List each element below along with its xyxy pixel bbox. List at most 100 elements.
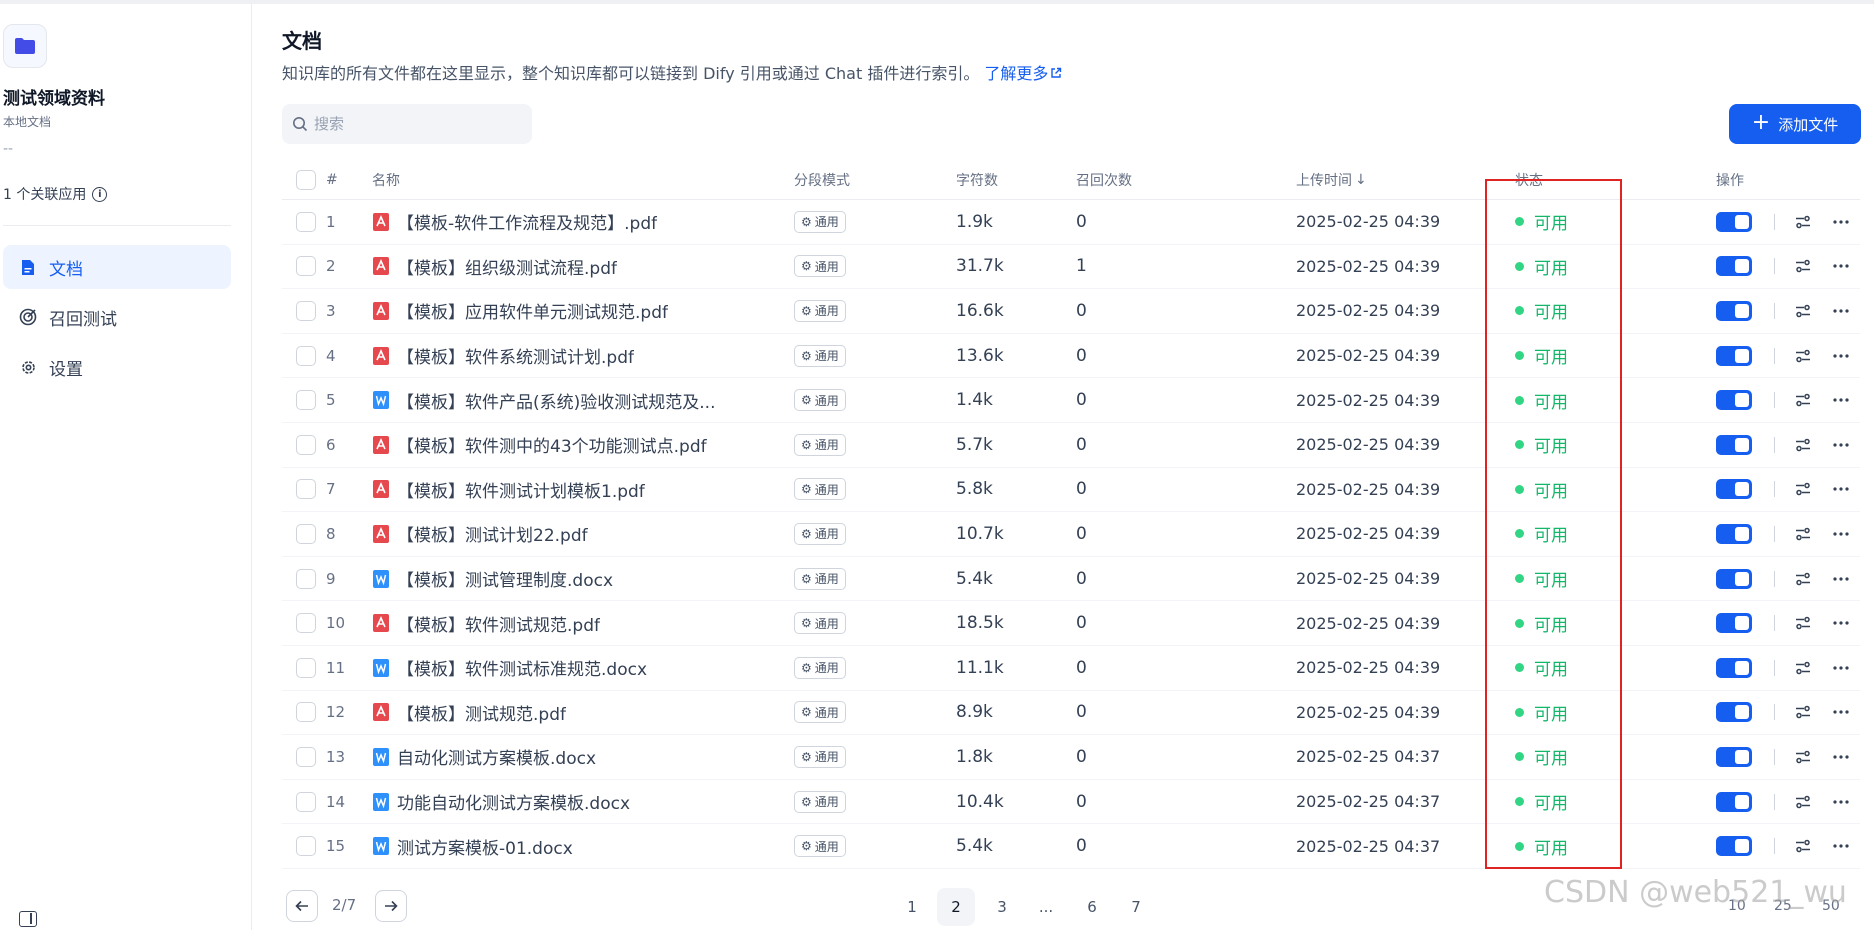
settings-sliders-icon[interactable] (1791, 254, 1815, 278)
info-icon[interactable]: i (92, 186, 108, 202)
enable-toggle[interactable] (1716, 345, 1752, 366)
settings-sliders-icon[interactable] (1791, 344, 1815, 368)
page-number[interactable]: 3 (983, 888, 1021, 926)
file-name-cell[interactable]: 【模板】软件系统测试计划.pdf (372, 334, 752, 378)
enable-toggle[interactable] (1716, 479, 1752, 500)
file-name-cell[interactable]: 【模板】软件测试计划模板1.pdf (372, 468, 752, 512)
enable-toggle[interactable] (1716, 256, 1752, 277)
enable-toggle[interactable] (1716, 702, 1752, 723)
row-checkbox[interactable] (296, 345, 316, 366)
per-page-25[interactable]: 25 (1774, 898, 1792, 914)
row-checkbox[interactable] (296, 568, 316, 589)
sidebar-item-settings[interactable]: 设置 (3, 345, 231, 389)
per-page-10[interactable]: 10 (1728, 898, 1746, 914)
more-icon[interactable] (1829, 656, 1853, 680)
table-row[interactable]: 8 【模板】测试计划22.pdf ⚙ 通用 10.7k 0 2025-02-25 04:39… (282, 512, 1860, 557)
row-checkbox[interactable] (296, 523, 316, 544)
more-icon[interactable] (1829, 477, 1853, 501)
table-row[interactable]: 13 自动化测试方案模板.docx ⚙ 通用 1.8k 0 2025-02-25 04:37… (282, 735, 1860, 780)
enable-toggle[interactable] (1716, 523, 1752, 544)
learn-more-link[interactable]: 了解更多 (984, 64, 1062, 83)
table-row[interactable]: 15 测试方案模板-01.docx ⚙ 通用 5.4k 0 2025-02-25 04:37… (282, 824, 1860, 869)
settings-sliders-icon[interactable] (1791, 611, 1815, 635)
table-row[interactable]: 9 【模板】测试管理制度.docx ⚙ 通用 5.4k 0 2025-02-25 04:39… (282, 557, 1860, 602)
settings-sliders-icon[interactable] (1791, 522, 1815, 546)
row-checkbox[interactable] (296, 836, 316, 857)
more-icon[interactable] (1829, 790, 1853, 814)
col-upload-time[interactable]: 上传时间 ↓ (1296, 160, 1367, 199)
more-icon[interactable] (1829, 567, 1853, 591)
select-all-checkbox[interactable] (296, 169, 316, 190)
row-checkbox[interactable] (296, 613, 316, 634)
settings-sliders-icon[interactable] (1791, 433, 1815, 457)
linked-apps[interactable]: 1 个关联应用 i (3, 184, 108, 204)
settings-sliders-icon[interactable] (1791, 210, 1815, 234)
page-number[interactable]: 7 (1117, 888, 1155, 926)
table-row[interactable]: 1 【模板-软件工作流程及规范】.pdf ⚙ 通用 1.9k 0 2025-02-25 04… (282, 200, 1860, 245)
settings-sliders-icon[interactable] (1791, 834, 1815, 858)
more-icon[interactable] (1829, 834, 1853, 858)
file-name-cell[interactable]: 【模板】软件测试规范.pdf (372, 601, 752, 645)
settings-sliders-icon[interactable] (1791, 388, 1815, 412)
enable-toggle[interactable] (1716, 434, 1752, 455)
table-row[interactable]: 10 【模板】软件测试规范.pdf ⚙ 通用 18.5k 0 2025-02-25 04:3… (282, 601, 1860, 646)
more-icon[interactable] (1829, 388, 1853, 412)
per-page-50[interactable]: 50 (1822, 898, 1840, 914)
more-icon[interactable] (1829, 254, 1853, 278)
row-checkbox[interactable] (296, 434, 316, 455)
table-row[interactable]: 14 功能自动化测试方案模板.docx ⚙ 通用 10.4k 0 2025-02-25 04… (282, 780, 1860, 825)
file-name-cell[interactable]: 功能自动化测试方案模板.docx (372, 780, 752, 824)
table-row[interactable]: 7 【模板】软件测试计划模板1.pdf ⚙ 通用 5.8k 0 2025-02-25 04:… (282, 468, 1860, 513)
row-checkbox[interactable] (296, 657, 316, 678)
add-file-button[interactable]: + 添加文件 (1729, 104, 1861, 144)
sidebar-item-retrieval-test[interactable]: 召回测试 (3, 295, 231, 339)
row-checkbox[interactable] (296, 300, 316, 321)
file-name-cell[interactable]: 自动化测试方案模板.docx (372, 735, 752, 779)
settings-sliders-icon[interactable] (1791, 745, 1815, 769)
table-row[interactable]: 2 【模板】组织级测试流程.pdf ⚙ 通用 31.7k 1 2025-02-25 04:3… (282, 245, 1860, 290)
enable-toggle[interactable] (1716, 746, 1752, 767)
sort-arrow-icon[interactable]: ↓ (1355, 172, 1367, 188)
row-checkbox[interactable] (296, 211, 316, 232)
file-name-cell[interactable]: 【模板】组织级测试流程.pdf (372, 245, 752, 289)
settings-sliders-icon[interactable] (1791, 299, 1815, 323)
file-name-cell[interactable]: 【模板】软件测中的43个功能测试点.pdf (372, 423, 752, 467)
enable-toggle[interactable] (1716, 836, 1752, 857)
table-row[interactable]: 6 【模板】软件测中的43个功能测试点.pdf ⚙ 通用 5.7k 0 2025-02-25… (282, 423, 1860, 468)
row-checkbox[interactable] (296, 702, 316, 723)
settings-sliders-icon[interactable] (1791, 700, 1815, 724)
row-checkbox[interactable] (296, 390, 316, 411)
enable-toggle[interactable] (1716, 211, 1752, 232)
enable-toggle[interactable] (1716, 390, 1752, 411)
table-row[interactable]: 5 【模板】软件产品(系统)验收测试规范及... ⚙ 通用 1.4k 0 2025-02-2… (282, 378, 1860, 423)
page-number[interactable]: 1 (893, 888, 931, 926)
enable-toggle[interactable] (1716, 791, 1752, 812)
enable-toggle[interactable] (1716, 568, 1752, 589)
file-name-cell[interactable]: 【模板】软件测试标准规范.docx (372, 646, 752, 690)
row-checkbox[interactable] (296, 256, 316, 277)
more-icon[interactable] (1829, 611, 1853, 635)
table-row[interactable]: 3 【模板】应用软件单元测试规范.pdf ⚙ 通用 16.6k 0 2025-02-25 0… (282, 289, 1860, 334)
more-icon[interactable] (1829, 700, 1853, 724)
table-row[interactable]: 11 【模板】软件测试标准规范.docx ⚙ 通用 11.1k 0 2025-02-25 0… (282, 646, 1860, 691)
more-icon[interactable] (1829, 210, 1853, 234)
table-row[interactable]: 12 【模板】测试规范.pdf ⚙ 通用 8.9k 0 2025-02-25 04:39 可用 (282, 691, 1860, 736)
file-name-cell[interactable]: 【模板】测试计划22.pdf (372, 512, 752, 556)
settings-sliders-icon[interactable] (1791, 790, 1815, 814)
more-icon[interactable] (1829, 344, 1853, 368)
search-input[interactable] (314, 115, 514, 133)
file-name-cell[interactable]: 【模板】测试规范.pdf (372, 691, 752, 735)
enable-toggle[interactable] (1716, 613, 1752, 634)
settings-sliders-icon[interactable] (1791, 567, 1815, 591)
row-checkbox[interactable] (296, 746, 316, 767)
page-number[interactable]: 6 (1073, 888, 1111, 926)
settings-sliders-icon[interactable] (1791, 477, 1815, 501)
more-icon[interactable] (1829, 433, 1853, 457)
settings-sliders-icon[interactable] (1791, 656, 1815, 680)
row-checkbox[interactable] (296, 479, 316, 500)
sidebar-collapse-icon[interactable] (19, 911, 37, 927)
file-name-cell[interactable]: 【模板-软件工作流程及规范】.pdf (372, 200, 752, 244)
table-row[interactable]: 4 【模板】软件系统测试计划.pdf ⚙ 通用 13.6k 0 2025-02-25 04:… (282, 334, 1860, 379)
more-icon[interactable] (1829, 745, 1853, 769)
file-name-cell[interactable]: 【模板】测试管理制度.docx (372, 557, 752, 601)
